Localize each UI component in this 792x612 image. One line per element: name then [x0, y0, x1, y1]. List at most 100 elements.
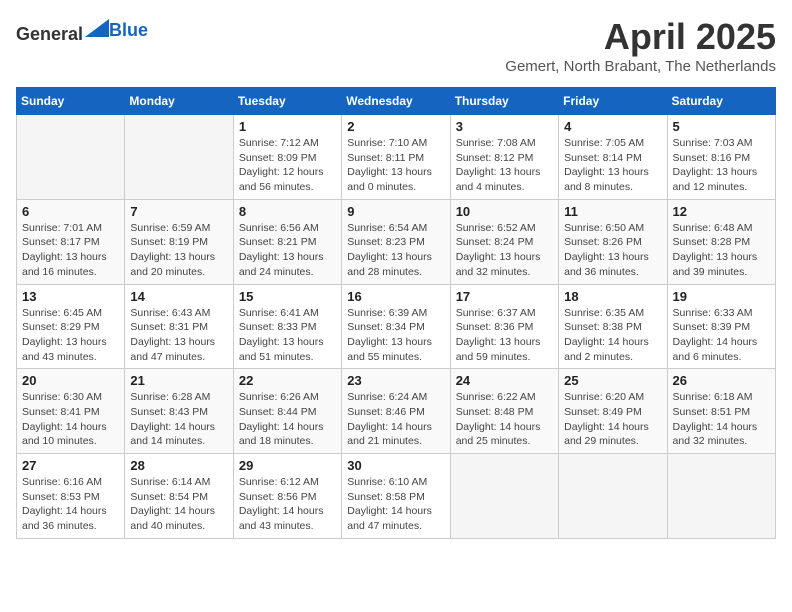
day-info: Sunrise: 6:37 AM Sunset: 8:36 PM Dayligh… — [456, 306, 553, 365]
location-subtitle: Gemert, North Brabant, The Netherlands — [505, 58, 776, 75]
weekday-header-wednesday: Wednesday — [342, 88, 450, 115]
day-info: Sunrise: 7:01 AM Sunset: 8:17 PM Dayligh… — [22, 221, 119, 280]
calendar-cell: 28 Sunrise: 6:14 AM Sunset: 8:54 PM Dayli… — [125, 454, 233, 539]
day-info: Sunrise: 6:24 AM Sunset: 8:46 PM Dayligh… — [347, 390, 444, 449]
day-number: 21 — [130, 373, 227, 388]
weekday-header-monday: Monday — [125, 88, 233, 115]
day-number: 28 — [130, 458, 227, 473]
day-number: 26 — [673, 373, 770, 388]
day-number: 12 — [673, 204, 770, 219]
weekday-header-tuesday: Tuesday — [233, 88, 341, 115]
calendar-cell: 7 Sunrise: 6:59 AM Sunset: 8:19 PM Daylig… — [125, 199, 233, 284]
calendar-cell: 22Sunrise: 6:26 AM Sunset: 8:44 PM Dayli… — [233, 369, 341, 454]
calendar-cell — [559, 454, 667, 539]
day-number: 16 — [347, 289, 444, 304]
day-info: Sunrise: 6:33 AM Sunset: 8:39 PM Dayligh… — [673, 306, 770, 365]
day-number: 23 — [347, 373, 444, 388]
day-number: 20 — [22, 373, 119, 388]
calendar-cell: 29 Sunrise: 6:12 AM Sunset: 8:56 PM Dayli… — [233, 454, 341, 539]
day-number: 25 — [564, 373, 661, 388]
day-info: Sunrise: 6:35 AM Sunset: 8:38 PM Dayligh… — [564, 306, 661, 365]
day-info: Sunrise: 6:12 AM Sunset: 8:56 PM Dayligh… — [239, 475, 336, 534]
day-number: 13 — [22, 289, 119, 304]
weekday-header-thursday: Thursday — [450, 88, 558, 115]
day-number: 11 — [564, 204, 661, 219]
calendar-cell — [17, 115, 125, 200]
day-info: Sunrise: 6:43 AM Sunset: 8:31 PM Dayligh… — [130, 306, 227, 365]
calendar-week-row: 27 Sunrise: 6:16 AM Sunset: 8:53 PM Dayli… — [17, 454, 776, 539]
day-info: Sunrise: 6:14 AM Sunset: 8:54 PM Dayligh… — [130, 475, 227, 534]
day-info: Sunrise: 6:54 AM Sunset: 8:23 PM Dayligh… — [347, 221, 444, 280]
day-number: 3 — [456, 119, 553, 134]
logo-general-text: General — [16, 24, 83, 44]
day-number: 24 — [456, 373, 553, 388]
calendar-cell — [450, 454, 558, 539]
day-info: Sunrise: 6:18 AM Sunset: 8:51 PM Dayligh… — [673, 390, 770, 449]
weekday-header-saturday: Saturday — [667, 88, 775, 115]
day-number: 18 — [564, 289, 661, 304]
calendar-table: SundayMondayTuesdayWednesdayThursdayFrid… — [16, 87, 776, 539]
day-info: Sunrise: 6:39 AM Sunset: 8:34 PM Dayligh… — [347, 306, 444, 365]
calendar-cell: 11Sunrise: 6:50 AM Sunset: 8:26 PM Dayli… — [559, 199, 667, 284]
calendar-cell: 14Sunrise: 6:43 AM Sunset: 8:31 PM Dayli… — [125, 284, 233, 369]
calendar-cell: 9 Sunrise: 6:54 AM Sunset: 8:23 PM Daylig… — [342, 199, 450, 284]
day-number: 7 — [130, 204, 227, 219]
calendar-week-row: 1Sunrise: 7:12 AM Sunset: 8:09 PM Daylig… — [17, 115, 776, 200]
calendar-cell: 30 Sunrise: 6:10 AM Sunset: 8:58 PM Dayli… — [342, 454, 450, 539]
title-block: April 2025 Gemert, North Brabant, The Ne… — [505, 16, 776, 75]
day-number: 19 — [673, 289, 770, 304]
day-info: Sunrise: 6:10 AM Sunset: 8:58 PM Dayligh… — [347, 475, 444, 534]
day-number: 29 — [239, 458, 336, 473]
calendar-cell: 19 Sunrise: 6:33 AM Sunset: 8:39 PM Dayli… — [667, 284, 775, 369]
day-info: Sunrise: 6:20 AM Sunset: 8:49 PM Dayligh… — [564, 390, 661, 449]
calendar-week-row: 20Sunrise: 6:30 AM Sunset: 8:41 PM Dayli… — [17, 369, 776, 454]
calendar-cell: 5 Sunrise: 7:03 AM Sunset: 8:16 PM Daylig… — [667, 115, 775, 200]
day-number: 5 — [673, 119, 770, 134]
day-number: 27 — [22, 458, 119, 473]
calendar-cell: 1Sunrise: 7:12 AM Sunset: 8:09 PM Daylig… — [233, 115, 341, 200]
day-info: Sunrise: 6:52 AM Sunset: 8:24 PM Dayligh… — [456, 221, 553, 280]
calendar-cell: 4 Sunrise: 7:05 AM Sunset: 8:14 PM Daylig… — [559, 115, 667, 200]
calendar-cell: 20Sunrise: 6:30 AM Sunset: 8:41 PM Dayli… — [17, 369, 125, 454]
day-number: 30 — [347, 458, 444, 473]
day-number: 4 — [564, 119, 661, 134]
calendar-cell: 21Sunrise: 6:28 AM Sunset: 8:43 PM Dayli… — [125, 369, 233, 454]
calendar-cell: 2Sunrise: 7:10 AM Sunset: 8:11 PM Daylig… — [342, 115, 450, 200]
day-info: Sunrise: 7:05 AM Sunset: 8:14 PM Dayligh… — [564, 136, 661, 195]
day-number: 6 — [22, 204, 119, 219]
calendar-week-row: 13 Sunrise: 6:45 AM Sunset: 8:29 PM Dayli… — [17, 284, 776, 369]
calendar-cell: 15 Sunrise: 6:41 AM Sunset: 8:33 PM Dayli… — [233, 284, 341, 369]
calendar-cell: 18 Sunrise: 6:35 AM Sunset: 8:38 PM Dayli… — [559, 284, 667, 369]
day-info: Sunrise: 6:26 AM Sunset: 8:44 PM Dayligh… — [239, 390, 336, 449]
day-info: Sunrise: 6:16 AM Sunset: 8:53 PM Dayligh… — [22, 475, 119, 534]
day-info: Sunrise: 6:56 AM Sunset: 8:21 PM Dayligh… — [239, 221, 336, 280]
day-number: 2 — [347, 119, 444, 134]
weekday-header-sunday: Sunday — [17, 88, 125, 115]
day-info: Sunrise: 6:48 AM Sunset: 8:28 PM Dayligh… — [673, 221, 770, 280]
logo-icon — [85, 16, 109, 40]
day-number: 17 — [456, 289, 553, 304]
day-info: Sunrise: 7:08 AM Sunset: 8:12 PM Dayligh… — [456, 136, 553, 195]
logo: General Blue — [16, 16, 148, 45]
day-number: 15 — [239, 289, 336, 304]
day-info: Sunrise: 7:03 AM Sunset: 8:16 PM Dayligh… — [673, 136, 770, 195]
day-info: Sunrise: 6:22 AM Sunset: 8:48 PM Dayligh… — [456, 390, 553, 449]
calendar-cell — [125, 115, 233, 200]
calendar-cell: 3 Sunrise: 7:08 AM Sunset: 8:12 PM Daylig… — [450, 115, 558, 200]
logo-blue-text: Blue — [109, 20, 148, 40]
calendar-cell: 16 Sunrise: 6:39 AM Sunset: 8:34 PM Dayli… — [342, 284, 450, 369]
calendar-cell: 17 Sunrise: 6:37 AM Sunset: 8:36 PM Dayli… — [450, 284, 558, 369]
day-info: Sunrise: 6:59 AM Sunset: 8:19 PM Dayligh… — [130, 221, 227, 280]
day-info: Sunrise: 6:45 AM Sunset: 8:29 PM Dayligh… — [22, 306, 119, 365]
calendar-week-row: 6 Sunrise: 7:01 AM Sunset: 8:17 PM Daylig… — [17, 199, 776, 284]
day-info: Sunrise: 7:12 AM Sunset: 8:09 PM Dayligh… — [239, 136, 336, 195]
page-header: General Blue April 2025 Gemert, North Br… — [16, 16, 776, 75]
day-number: 10 — [456, 204, 553, 219]
month-title: April 2025 — [505, 16, 776, 58]
calendar-cell: 27 Sunrise: 6:16 AM Sunset: 8:53 PM Dayli… — [17, 454, 125, 539]
day-info: Sunrise: 6:41 AM Sunset: 8:33 PM Dayligh… — [239, 306, 336, 365]
calendar-cell: 26 Sunrise: 6:18 AM Sunset: 8:51 PM Dayli… — [667, 369, 775, 454]
calendar-cell: 25 Sunrise: 6:20 AM Sunset: 8:49 PM Dayli… — [559, 369, 667, 454]
day-number: 9 — [347, 204, 444, 219]
calendar-cell: 6 Sunrise: 7:01 AM Sunset: 8:17 PM Daylig… — [17, 199, 125, 284]
